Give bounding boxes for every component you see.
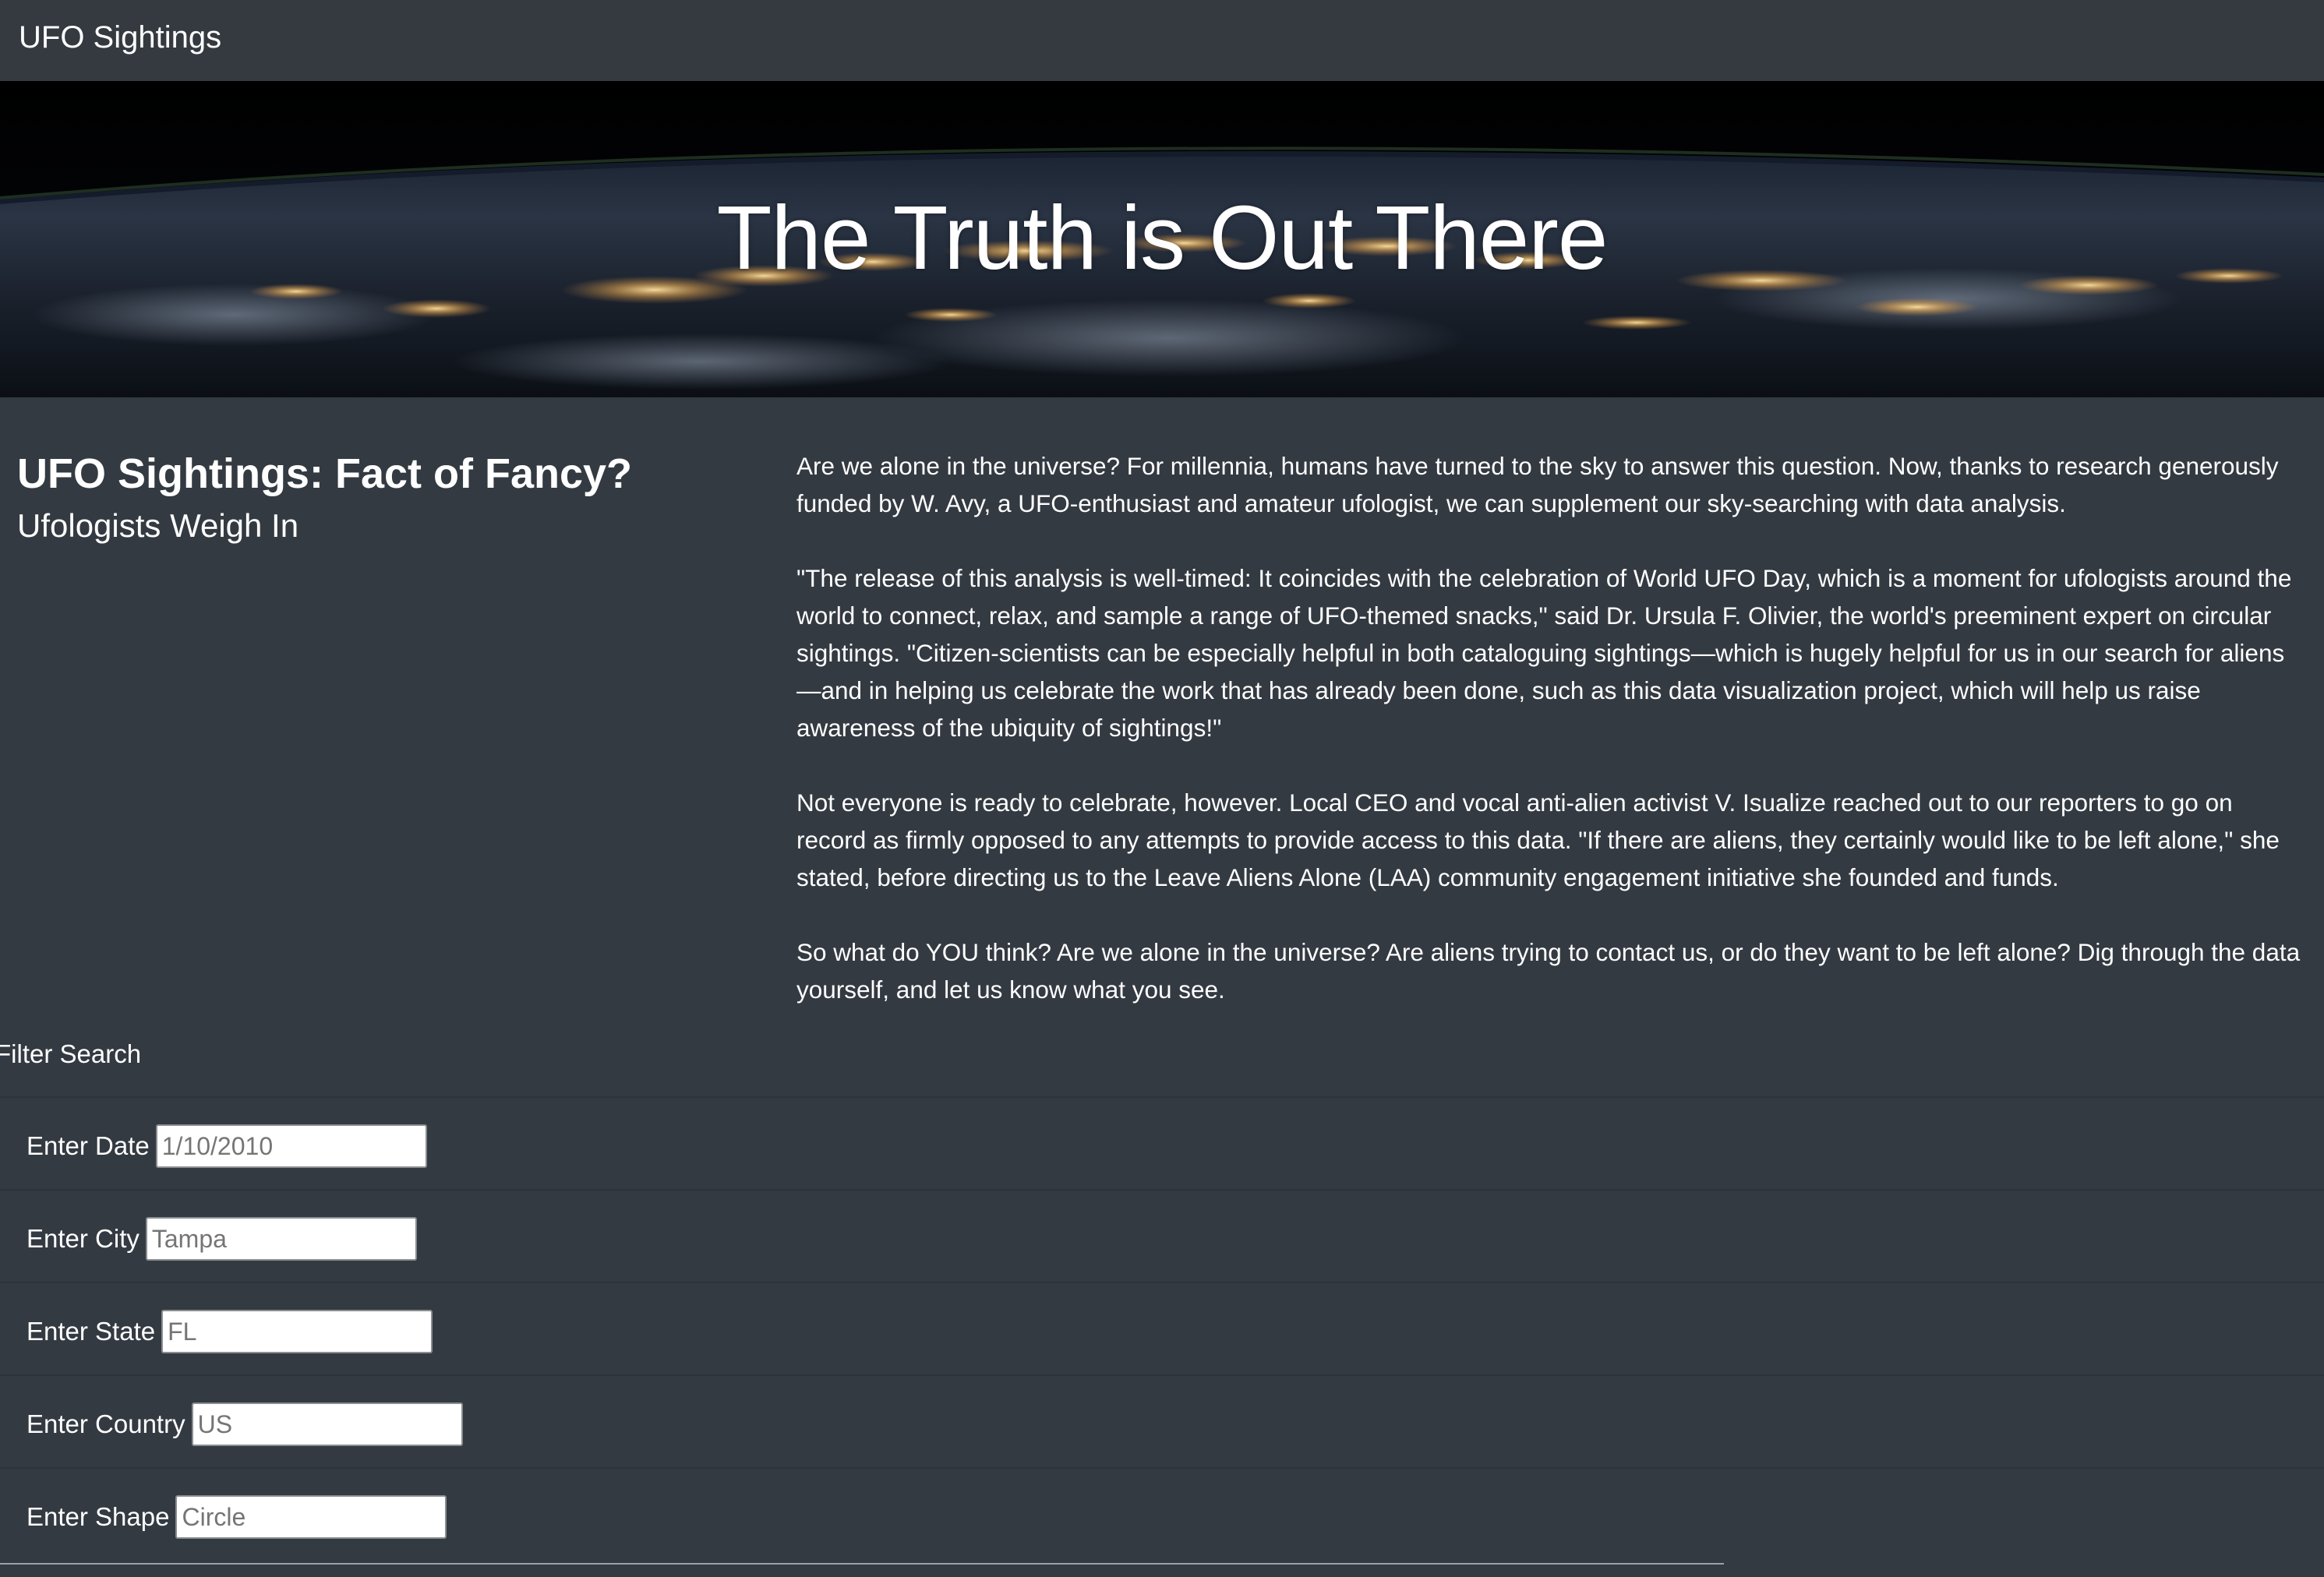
filter-shape-label-text: Enter Shape — [26, 1502, 170, 1531]
filter-city-label: Enter City — [26, 1217, 417, 1261]
city-input[interactable] — [145, 1217, 417, 1261]
country-input[interactable] — [191, 1402, 463, 1446]
filter-city-label-text: Enter City — [26, 1224, 140, 1253]
brand-link[interactable]: UFO Sightings — [19, 17, 221, 58]
filter-country-label: Enter Country — [26, 1402, 463, 1446]
navbar: UFO Sightings — [0, 0, 2324, 82]
filter-list: Enter Date Enter City Enter State Enter … — [0, 1096, 2324, 1560]
article-paragraph: Are we alone in the universe? For millen… — [796, 452, 2279, 517]
article-subtitle: Ufologists Weigh In — [17, 507, 299, 544]
article-paragraph: Not everyone is ready to celebrate, howe… — [796, 788, 2280, 891]
filter-item-shape: Enter Shape — [0, 1467, 2324, 1560]
article-heading: UFO Sightings: Fact of Fancy? Ufologists… — [17, 444, 765, 549]
filter-date-label-text: Enter Date — [26, 1131, 150, 1160]
filter-state-label: Enter State — [26, 1310, 433, 1353]
article-body: Are we alone in the universe? For millen… — [796, 447, 2308, 1046]
filter-shape-label: Enter Shape — [26, 1495, 447, 1539]
shape-input[interactable] — [175, 1495, 447, 1539]
hero-banner: The Truth is Out There — [0, 81, 2324, 397]
article-title: UFO Sightings: Fact of Fancy? — [17, 450, 633, 497]
date-input[interactable] — [155, 1124, 427, 1168]
filter-date-label: Enter Date — [26, 1124, 427, 1168]
filter-search-title: Filter Search — [0, 1039, 142, 1068]
filter-item-date: Enter Date — [0, 1096, 2324, 1189]
article-paragraph: So what do YOU think? Are we alone in th… — [796, 938, 2301, 1004]
filter-state-label-text: Enter State — [26, 1317, 156, 1346]
filter-item-city: Enter City — [0, 1189, 2324, 1282]
state-input[interactable] — [161, 1310, 433, 1353]
filter-item-state: Enter State — [0, 1282, 2324, 1374]
hero-title: The Truth is Out There — [716, 187, 1609, 288]
divider — [0, 1563, 1724, 1565]
filter-country-label-text: Enter Country — [26, 1409, 185, 1438]
article-paragraph: "The release of this analysis is well-ti… — [796, 564, 2292, 742]
filter-item-country: Enter Country — [0, 1374, 2324, 1467]
